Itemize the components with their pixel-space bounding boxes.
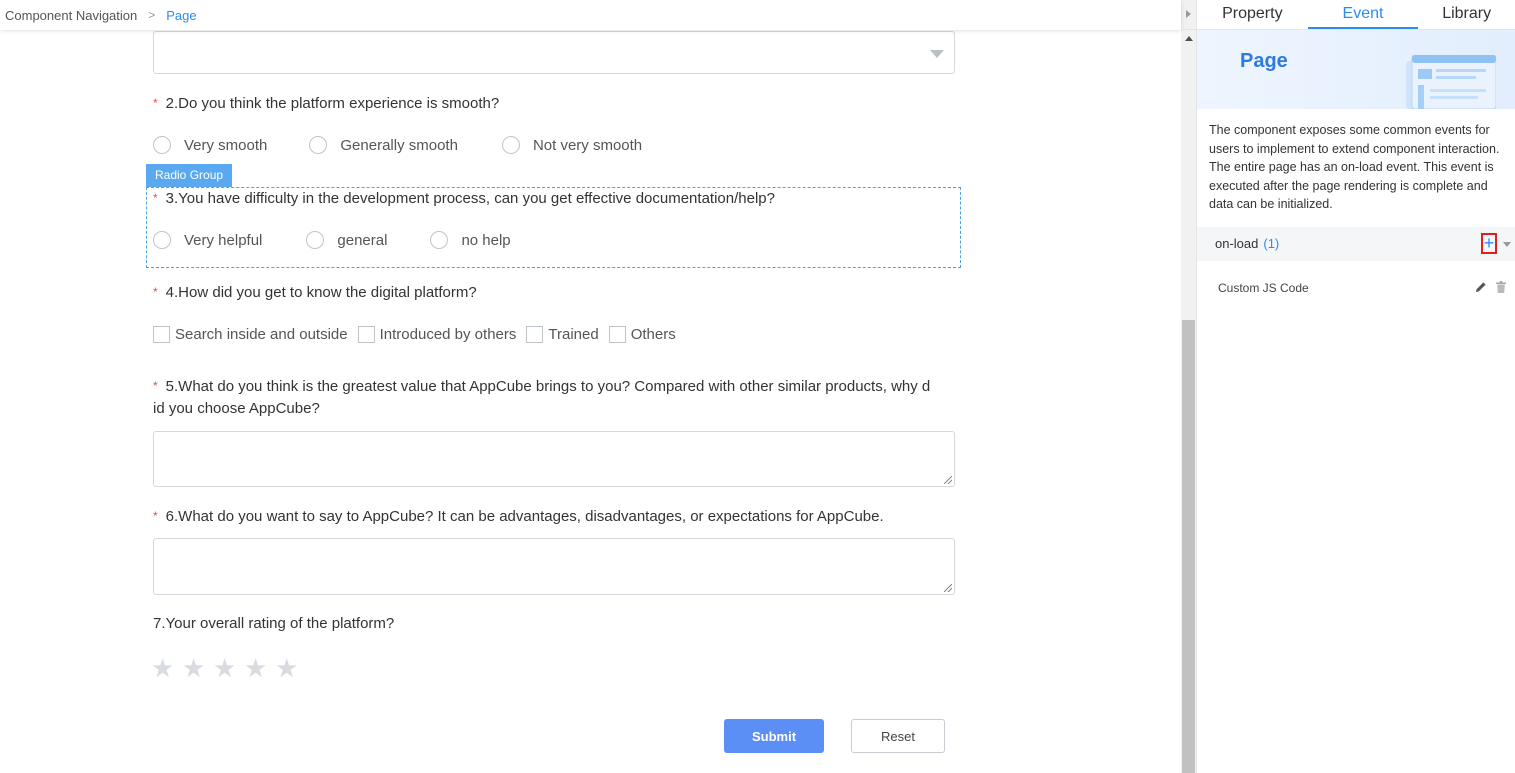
checkbox-box[interactable] — [608, 326, 626, 343]
checkbox-label: Search inside and outside — [175, 326, 348, 343]
required-mark: * — [153, 285, 158, 299]
radio-circle[interactable] — [309, 136, 328, 154]
star-icon[interactable]: ★ — [182, 654, 213, 682]
right-panel: Property Event Library Page The componen… — [1196, 0, 1515, 773]
checkbox-trained[interactable]: Trained — [526, 326, 599, 343]
breadcrumb-separator: > — [148, 8, 156, 22]
radio-label: Not very smooth — [532, 136, 643, 154]
event-row-on-load[interactable]: on-load (1) + — [1197, 226, 1515, 261]
tab-event[interactable]: Event — [1307, 0, 1419, 29]
radio-no-help[interactable]: no help — [430, 231, 511, 249]
question-4-text: 4.How did you get to know the digital pl… — [165, 284, 477, 301]
checkbox-label: Others — [630, 326, 676, 343]
checkbox-box[interactable] — [526, 326, 544, 343]
radio-circle[interactable] — [153, 136, 171, 154]
breadcrumb-current[interactable]: Page — [166, 8, 196, 23]
radio-circle[interactable] — [430, 231, 449, 249]
question-4-label: * 4.How did you get to know the digital p… — [153, 281, 477, 304]
event-name: on-load — [1215, 236, 1259, 251]
tab-library[interactable]: Library — [1418, 0, 1515, 29]
panel-title: Page — [1240, 50, 1288, 72]
star-icon[interactable]: ★ — [244, 654, 275, 682]
rating-stars: ★ ★ ★ ★ ★ — [151, 654, 306, 682]
question-4-checkbox-group: Search inside and outside Introduced by … — [153, 326, 686, 343]
question-5-textarea[interactable] — [153, 431, 955, 487]
checkbox-box[interactable] — [153, 326, 170, 343]
checkbox-search[interactable]: Search inside and outside — [153, 326, 348, 343]
required-mark: * — [153, 96, 158, 110]
panel-tabs: Property Event Library — [1197, 0, 1515, 30]
question-6-textarea[interactable] — [153, 538, 955, 595]
radio-label: no help — [461, 231, 511, 249]
radio-label: Generally smooth — [340, 136, 458, 154]
required-mark: * — [153, 191, 158, 205]
radio-circle[interactable] — [306, 231, 325, 249]
reset-button[interactable]: Reset — [851, 719, 945, 753]
caret-down-icon — [930, 50, 944, 58]
question-3-text: 3.You have difficulty in the development… — [165, 190, 775, 207]
radio-label: general — [337, 231, 388, 249]
question-3-label: * 3.You have difficulty in the developmen… — [153, 187, 775, 210]
star-icon[interactable]: ★ — [213, 654, 244, 682]
chevron-right-icon — [1186, 10, 1191, 18]
checkbox-box[interactable] — [357, 326, 375, 343]
page-illustration-icon — [1406, 55, 1496, 109]
event-count: (1) — [1263, 236, 1280, 251]
radio-very-smooth[interactable]: Very smooth — [153, 136, 267, 154]
panel-collapse-toggle[interactable] — [1181, 0, 1196, 30]
question-5-text-line1: 5.What do you think is the greatest valu… — [165, 378, 931, 395]
trash-icon[interactable] — [1496, 280, 1506, 293]
question-2-text: 2.Do you think the platform experience i… — [165, 95, 500, 112]
question-5-label: * 5.What do you think is the greatest val… — [153, 375, 930, 420]
action-row-custom-js: Custom JS Code — [1197, 261, 1515, 315]
question-7-label: 7.Your overall rating of the platform? — [153, 615, 395, 632]
radio-label: Very smooth — [184, 136, 268, 154]
panel-header: Page — [1197, 30, 1515, 109]
radio-not-very-smooth[interactable]: Not very smooth — [501, 136, 643, 154]
caret-down-icon[interactable] — [1503, 241, 1511, 247]
radio-label: Very helpful — [184, 231, 263, 249]
add-action-button[interactable]: + — [1481, 232, 1497, 254]
question-6-text: 6.What do you want to say to AppCube? It… — [165, 508, 884, 525]
checkbox-label: Introduced by others — [379, 326, 517, 343]
question-3-radio-group: Very helpful general no help — [153, 231, 511, 249]
resize-handle-icon[interactable] — [944, 476, 952, 484]
breadcrumb: Component Navigation > Page — [0, 0, 1181, 30]
submit-button[interactable]: Submit — [724, 719, 824, 753]
star-icon[interactable]: ★ — [275, 654, 306, 682]
scrollbar-thumb[interactable] — [1182, 320, 1195, 773]
pencil-icon[interactable] — [1475, 281, 1487, 293]
radio-very-helpful[interactable]: Very helpful — [153, 231, 262, 249]
star-icon[interactable]: ★ — [151, 654, 182, 682]
required-mark: * — [153, 379, 158, 393]
checkbox-introduced[interactable]: Introduced by others — [357, 326, 517, 343]
vertical-scrollbar[interactable] — [1181, 30, 1196, 773]
checkbox-others[interactable]: Others — [608, 326, 676, 343]
radio-circle[interactable] — [153, 231, 171, 249]
radio-general[interactable]: general — [306, 231, 387, 249]
breadcrumb-root[interactable]: Component Navigation — [5, 8, 137, 23]
resize-handle-icon[interactable] — [944, 584, 952, 592]
question-6-label: * 6.What do you want to say to AppCube? I… — [153, 505, 884, 528]
question-2-radio-group: Very smooth Generally smooth Not very sm… — [153, 136, 642, 154]
panel-description: The component exposes some common events… — [1209, 123, 1500, 211]
question-5-text-line2: id you choose AppCube? — [153, 400, 320, 417]
tab-property[interactable]: Property — [1197, 0, 1308, 29]
page-canvas: * 2.Do you think the platform experience … — [0, 30, 1181, 773]
scroll-up-arrow-icon[interactable] — [1185, 36, 1193, 41]
question-2-label: * 2.Do you think the platform experience … — [153, 92, 499, 115]
dropdown-select[interactable] — [153, 31, 955, 74]
radio-generally-smooth[interactable]: Generally smooth — [309, 136, 458, 154]
action-label: Custom JS Code — [1218, 280, 1309, 295]
required-mark: * — [153, 509, 158, 523]
radio-circle[interactable] — [501, 136, 520, 154]
component-type-tag: Radio Group — [146, 164, 233, 187]
checkbox-label: Trained — [548, 326, 599, 343]
